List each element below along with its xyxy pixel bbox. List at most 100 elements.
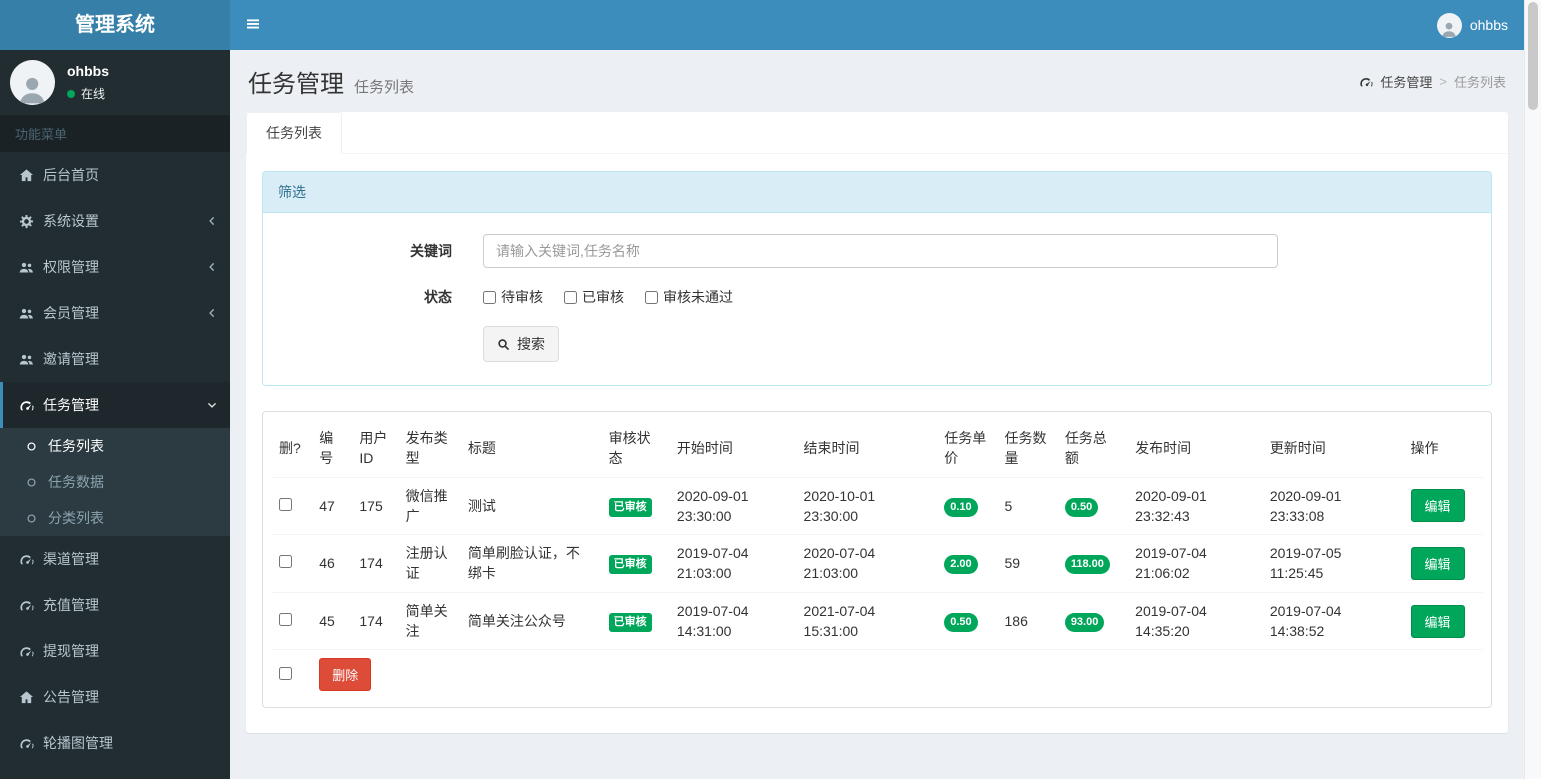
sidebar-item-轮播图管理[interactable]: 轮播图管理 xyxy=(0,720,230,766)
sidebar-item-公告管理[interactable]: 公告管理 xyxy=(0,674,230,720)
dashboard-icon xyxy=(1359,75,1373,89)
cell-title: 测试 xyxy=(459,477,601,536)
tab-task-list[interactable]: 任务列表 xyxy=(246,112,342,154)
cell-user-id: 174 xyxy=(351,592,398,651)
sidebar-item-系统设置[interactable]: 系统设置 xyxy=(0,198,230,244)
sidebar-item-label: 权限管理 xyxy=(43,259,99,275)
keyword-input[interactable] xyxy=(483,234,1278,268)
column-header: 结束时间 xyxy=(795,420,937,478)
tab-content: 筛选 关键词 状态 待审核已审核审核未通过 xyxy=(246,154,1508,733)
status-badge: 已审核 xyxy=(608,555,652,575)
bulk-delete-row: 删除 xyxy=(271,650,1483,700)
column-header: 编号 xyxy=(311,420,352,478)
users-icon xyxy=(18,259,34,275)
gauge-icon xyxy=(18,597,34,613)
hamburger-icon xyxy=(245,16,261,35)
status-option-已审核[interactable]: 已审核 xyxy=(564,287,624,307)
cell-id: 46 xyxy=(311,534,352,593)
cell-start-time: 2019-07-04 21:03:00 xyxy=(668,534,796,593)
home-icon xyxy=(18,167,34,183)
edit-button[interactable]: 编辑 xyxy=(1410,546,1465,580)
filter-panel-title: 筛选 xyxy=(263,172,1491,213)
cell-end-time: 2020-07-04 21:03:00 xyxy=(795,534,937,593)
table-row: 47 175 微信推广 测试 已审核 2020-09-01 23:30:00 2020-10… xyxy=(271,477,1483,536)
cell-actions: 编辑 xyxy=(1402,592,1483,651)
cell-end-time: 2021-07-04 15:31:00 xyxy=(795,592,937,651)
status-badge: 已审核 xyxy=(608,497,652,517)
search-button-label: 搜索 xyxy=(517,336,545,352)
status-row: 状态 待审核 已审核 审核未通过 xyxy=(278,287,1476,307)
select-all-checkbox[interactable] xyxy=(279,666,292,680)
edit-button[interactable]: 编辑 xyxy=(1410,489,1465,523)
column-header: 删? xyxy=(271,420,312,478)
sidebar-subitem-分类列表[interactable]: 分类列表 xyxy=(0,500,230,536)
sidebar-item-反馈管理[interactable]: 反馈管理 xyxy=(0,766,230,779)
row-select-checkbox[interactable] xyxy=(279,612,292,626)
total-badge: 118.00 xyxy=(1064,555,1110,575)
sidebar-item-充值管理[interactable]: 充值管理 xyxy=(0,582,230,628)
search-icon xyxy=(497,338,510,351)
gauge-icon xyxy=(18,551,34,567)
column-header: 任务数量 xyxy=(996,420,1057,478)
column-header: 发布类型 xyxy=(397,420,460,478)
sidebar-item-label: 轮播图管理 xyxy=(43,735,113,751)
sidebar-item-渠道管理[interactable]: 渠道管理 xyxy=(0,536,230,582)
filter-panel: 筛选 关键词 状态 待审核 已审核 审核未通过 xyxy=(262,171,1492,386)
cell-select xyxy=(271,477,312,536)
status-label: 状态 xyxy=(424,289,452,305)
status-option-待审核[interactable]: 待审核 xyxy=(483,287,543,307)
breadcrumb-root[interactable]: 任务管理 xyxy=(1380,72,1432,91)
sidebar-item-label: 会员管理 xyxy=(43,305,99,321)
status-checkbox[interactable] xyxy=(483,290,496,304)
price-badge: 0.10 xyxy=(944,497,978,517)
top-navbar: 管理系统 ohbbs xyxy=(0,0,1524,50)
search-button[interactable]: 搜索 xyxy=(483,326,559,362)
sidebar-submenu: 任务列表 任务数据分类列表 xyxy=(0,428,230,536)
status-checkbox[interactable] xyxy=(564,290,577,304)
bulk-delete-button[interactable]: 删除 xyxy=(319,658,372,692)
app-logo[interactable]: 管理系统 xyxy=(0,0,230,50)
status-option-审核未通过[interactable]: 审核未通过 xyxy=(645,287,733,307)
table-row: 46 174 注册认证 简单刷脸认证，不绑卡 已审核 2019-07-04 21:03:0… xyxy=(271,534,1483,593)
sidebar-toggle-button[interactable] xyxy=(230,0,276,50)
edit-button[interactable]: 编辑 xyxy=(1410,604,1465,638)
sidebar-item-会员管理[interactable]: 会员管理 xyxy=(0,290,230,336)
sidebar-item-任务管理[interactable]: 任务管理 xyxy=(0,382,230,428)
cell-title: 简单刷脸认证，不绑卡 xyxy=(459,534,601,593)
cell-user-id: 174 xyxy=(351,534,398,593)
table-row: 45 174 简单关注 简单关注公众号 已审核 2019-07-04 14:31:00 20… xyxy=(271,592,1483,651)
sidebar-item-权限管理[interactable]: 权限管理 xyxy=(0,244,230,290)
vertical-scrollbar[interactable] xyxy=(1524,0,1541,779)
column-header: 用户ID xyxy=(351,420,398,478)
navbar-user-name: ohbbs xyxy=(1469,17,1508,33)
sidebar-item-后台首页[interactable]: 后台首页 xyxy=(0,152,230,198)
cell-id: 45 xyxy=(311,592,352,651)
sidebar-item-提现管理[interactable]: 提现管理 xyxy=(0,628,230,674)
status-checkbox[interactable] xyxy=(645,290,658,304)
cell-updated: 2019-07-05 11:25:45 xyxy=(1261,534,1403,593)
sidebar-item-label: 邀请管理 xyxy=(43,351,99,367)
sidebar-subitem-任务列表[interactable]: 任务列表 xyxy=(0,428,230,464)
page-subtitle: 任务列表 xyxy=(354,79,415,96)
cell-actions: 编辑 xyxy=(1402,534,1483,593)
cell-select xyxy=(271,650,311,700)
cell-total: 118.00 xyxy=(1056,534,1128,593)
cell-start-time: 2020-09-01 23:30:00 xyxy=(668,477,796,536)
sidebar-menu: 后台首页 系统设置权限管理会员管理邀请管理任务管理 任务列表 任务数据分类列表渠道管理… xyxy=(0,152,230,779)
cell-quantity: 186 xyxy=(996,592,1057,651)
sidebar-subitem-label: 分类列表 xyxy=(48,510,104,526)
scrollbar-thumb[interactable] xyxy=(1528,2,1538,110)
cell-bulk-actions: 删除 xyxy=(311,650,1483,700)
sidebar-item-邀请管理[interactable]: 邀请管理 xyxy=(0,336,230,382)
sidebar-subitem-任务数据[interactable]: 任务数据 xyxy=(0,464,230,500)
gauge-icon xyxy=(18,643,34,659)
cell-status: 已审核 xyxy=(600,534,669,593)
user-status[interactable]: 在线 xyxy=(67,85,109,102)
row-select-checkbox[interactable] xyxy=(279,555,292,569)
sidebar-user-info: ohbbs 在线 xyxy=(67,63,109,102)
user-menu[interactable]: ohbbs xyxy=(1421,0,1524,50)
cell-quantity: 59 xyxy=(996,534,1057,593)
app-root: 管理系统 ohbbs ohbbs 在线 功能菜单 后台首页 系统设置 权限管理 … xyxy=(0,0,1524,779)
column-header: 发布时间 xyxy=(1127,420,1262,478)
row-select-checkbox[interactable] xyxy=(279,497,292,511)
